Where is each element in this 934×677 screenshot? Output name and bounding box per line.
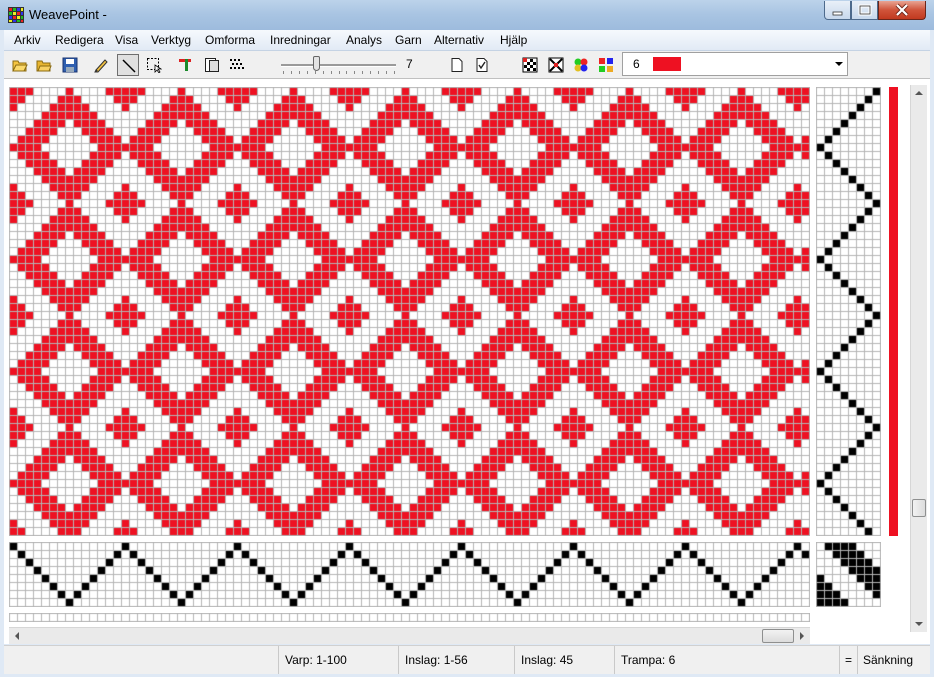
horizontal-scroll-thumb[interactable] [762, 629, 794, 643]
window-title: WeavePoint - [29, 7, 107, 22]
app-window: WeavePoint - Arkiv Redigera Visa Verktyg… [0, 0, 934, 677]
cross-pattern-button[interactable] [545, 54, 567, 76]
selection-button[interactable] [143, 54, 165, 76]
line-tool-button[interactable] [117, 54, 139, 76]
layers-button[interactable] [201, 54, 223, 76]
threading-grid[interactable] [9, 542, 810, 607]
pattern-icon [522, 57, 538, 73]
color-balls-icon [574, 58, 588, 72]
arrow-right-icon [800, 632, 804, 640]
arrow-up-icon [915, 91, 923, 95]
zoom-slider-track[interactable] [281, 64, 396, 67]
color-squares-button[interactable] [595, 54, 617, 76]
color-number: 6 [633, 57, 640, 71]
open-icon [36, 60, 52, 72]
treadling-grid[interactable] [816, 87, 881, 536]
weft-color-strip[interactable] [889, 87, 898, 536]
status-bar: Varp: 1-100 Inslag: 1-56 Inslag: 45 Tram… [4, 645, 930, 674]
pencil-button[interactable] [90, 54, 112, 76]
status-warp-panel: Varp: 1-100 [278, 646, 398, 674]
app-icon[interactable] [8, 7, 24, 23]
arrow-left-icon [15, 632, 19, 640]
status-equals: = [845, 653, 853, 667]
open-button[interactable] [33, 54, 55, 76]
new-page-icon [451, 58, 463, 72]
vertical-scrollbar[interactable] [910, 85, 927, 632]
close-button[interactable] [878, 1, 926, 20]
vertical-scroll-thumb[interactable] [912, 499, 926, 517]
title-bar[interactable]: WeavePoint - [0, 0, 934, 30]
tieup-grid[interactable] [816, 542, 881, 607]
chevron-down-icon[interactable] [835, 62, 843, 66]
threading-button[interactable] [174, 54, 196, 76]
zoom-slider-ticks [283, 71, 395, 74]
color-balls-button[interactable] [570, 54, 592, 76]
arrow-down-icon [915, 622, 923, 626]
menu-visa[interactable]: Visa [115, 33, 138, 47]
drawdown-grid[interactable] [9, 87, 810, 536]
draft-workspace [4, 79, 930, 644]
menu-arkiv[interactable]: Arkiv [14, 33, 41, 47]
save-icon [62, 57, 78, 73]
status-mode: Sänkning [863, 653, 914, 667]
status-warp: Varp: 1-100 [285, 653, 347, 667]
layers-icon [205, 58, 219, 72]
selection-icon [147, 58, 162, 73]
close-icon [895, 3, 909, 17]
color-swatch [653, 57, 681, 71]
status-treadle: Trampa: 6 [621, 653, 676, 667]
menu-inredningar[interactable]: Inredningar [270, 33, 331, 47]
status-equals-panel: = [839, 646, 857, 674]
menu-analys[interactable]: Analys [346, 33, 382, 47]
open-folder-icon [12, 60, 28, 72]
scroll-right-button[interactable] [793, 628, 810, 644]
cross-pattern-icon [548, 57, 564, 73]
menu-hjalp[interactable]: Hjälp [500, 33, 527, 47]
menu-verktyg[interactable]: Verktyg [151, 33, 191, 47]
status-treadle-panel: Trampa: 6 [614, 646, 839, 674]
new-page-button[interactable] [446, 54, 468, 76]
scroll-down-button[interactable] [911, 615, 927, 632]
minimize-button[interactable] [824, 1, 851, 20]
menu-garn[interactable]: Garn [395, 33, 422, 47]
dots-button[interactable] [226, 54, 248, 76]
status-current-weft-panel: Inslag: 45 [514, 646, 614, 674]
menu-omforma[interactable]: Omforma [205, 33, 255, 47]
horizontal-scrollbar[interactable] [9, 627, 810, 644]
check-page-icon [476, 58, 488, 72]
status-current-weft: Inslag: 45 [521, 653, 574, 667]
pencil-icon [94, 59, 108, 73]
minimize-icon [832, 11, 843, 16]
dots-icon [230, 59, 244, 69]
menu-alternativ[interactable]: Alternativ [434, 33, 484, 47]
scroll-up-button[interactable] [911, 85, 927, 102]
maximize-button[interactable] [851, 1, 878, 20]
toolbar: 7 6 [4, 51, 930, 79]
check-page-button[interactable] [471, 54, 493, 76]
pattern-button[interactable] [519, 54, 541, 76]
status-weft: Inslag: 1-56 [405, 653, 468, 667]
scroll-left-button[interactable] [9, 628, 26, 644]
status-mode-panel: Sänkning [857, 646, 930, 674]
open-folder-button[interactable] [9, 54, 31, 76]
save-button[interactable] [59, 54, 81, 76]
menu-redigera[interactable]: Redigera [55, 33, 104, 47]
maximize-icon [858, 4, 872, 16]
zoom-slider-thumb[interactable] [313, 56, 320, 71]
color-select[interactable]: 6 [622, 52, 848, 76]
color-squares-icon [599, 58, 613, 72]
zoom-value: 7 [406, 57, 413, 71]
status-weft-panel: Inslag: 1-56 [398, 646, 514, 674]
warp-color-strip[interactable] [9, 613, 810, 622]
line-icon [122, 59, 136, 73]
threading-icon [179, 59, 191, 71]
menu-bar: Arkiv Redigera Visa Verktyg Omforma Inre… [4, 30, 930, 51]
